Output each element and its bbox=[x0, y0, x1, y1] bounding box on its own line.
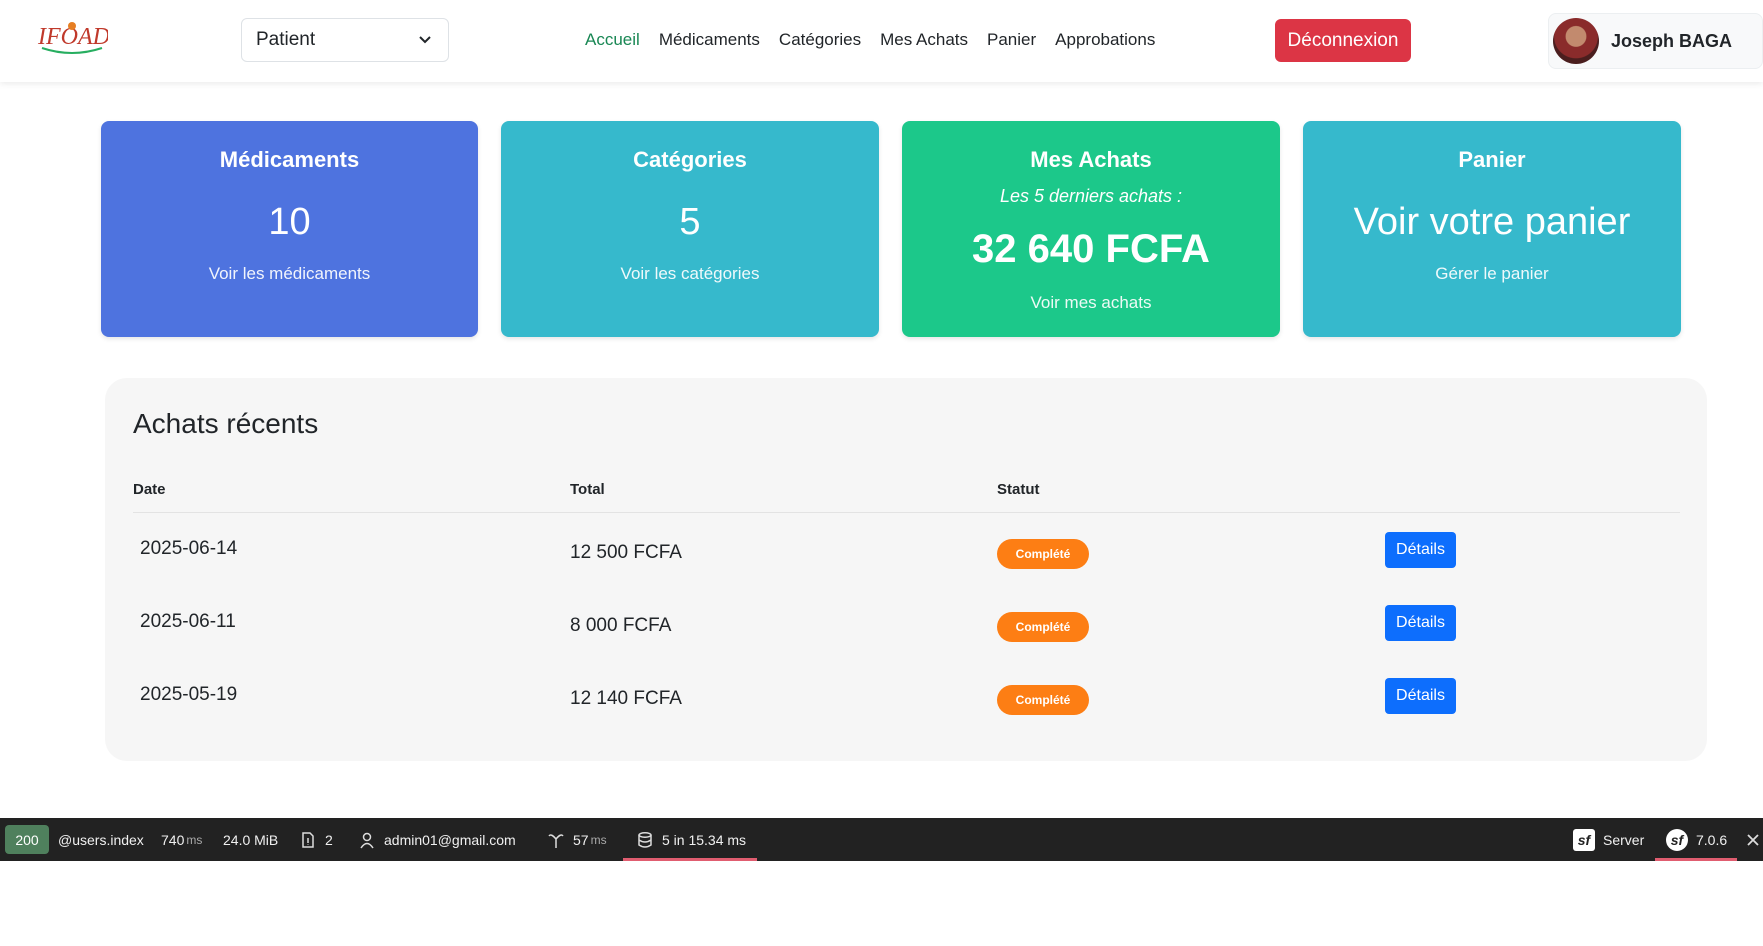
user-menu[interactable]: Joseph BAGA bbox=[1548, 13, 1763, 69]
route-name: @users.index bbox=[58, 831, 144, 848]
toolbar-database[interactable]: 5 in 15.34 ms bbox=[636, 818, 746, 861]
main-nav: Accueil Médicaments Catégories Mes Achat… bbox=[585, 30, 1155, 50]
ifoad-logo[interactable]: IFOAD bbox=[36, 18, 108, 60]
avatar bbox=[1553, 18, 1599, 64]
card-achats-link[interactable]: Voir mes achats bbox=[902, 293, 1280, 313]
card-panier-value: Voir votre panier bbox=[1353, 201, 1631, 243]
details-button[interactable]: Détails bbox=[1385, 532, 1456, 568]
recent-purchases-title: Achats récents bbox=[133, 408, 319, 439]
toolbar-server[interactable]: sf Server bbox=[1573, 818, 1644, 861]
logout-button[interactable]: Déconnexion bbox=[1275, 19, 1411, 62]
status-badge: Complété bbox=[997, 685, 1089, 715]
nav-mes-achats[interactable]: Mes Achats bbox=[880, 30, 968, 50]
toolbar-route[interactable]: @users.index bbox=[58, 818, 144, 861]
version-highlight-underline bbox=[1655, 858, 1737, 861]
card-medicaments[interactable]: Médicaments 10 Voir les médicaments bbox=[101, 121, 478, 337]
card-medicaments-title: Médicaments bbox=[219, 147, 360, 172]
column-header-status: Statut bbox=[997, 481, 1040, 498]
row-date: 2025-05-19 bbox=[140, 684, 238, 705]
db-highlight-underline bbox=[623, 858, 757, 861]
row-date: 2025-06-11 bbox=[140, 611, 236, 632]
toolbar-version[interactable]: sf 7.0.6 bbox=[1666, 818, 1727, 861]
symfony-logo-icon: sf bbox=[1666, 828, 1688, 851]
user-icon bbox=[360, 832, 374, 848]
nav-panier[interactable]: Panier bbox=[987, 30, 1036, 50]
debug-toolbar: 200 @users.index 740 ms 24.0 MiB 2 admin0… bbox=[0, 818, 1763, 861]
card-panier[interactable]: Panier Voir votre panier Gérer le panier bbox=[1303, 121, 1681, 337]
card-categories-link[interactable]: Voir les catégories bbox=[501, 264, 879, 284]
role-select[interactable]: Patient bbox=[241, 18, 449, 62]
status-badge: Complété bbox=[997, 539, 1089, 569]
chevron-down-icon bbox=[419, 36, 431, 44]
memory-usage: 24.0 MiB bbox=[223, 831, 279, 848]
row-total: 8 000 FCFA bbox=[570, 615, 672, 636]
card-categories[interactable]: Catégories 5 Voir les catégories bbox=[501, 121, 879, 337]
nav-categories[interactable]: Catégories bbox=[779, 30, 861, 50]
column-header-date: Date bbox=[133, 481, 166, 498]
toolbar-forms[interactable]: 2 bbox=[299, 818, 333, 861]
nav-approbations[interactable]: Approbations bbox=[1055, 30, 1155, 50]
close-icon bbox=[1747, 833, 1759, 846]
symfony-server-icon: sf bbox=[1573, 828, 1595, 851]
card-mes-achats[interactable]: Mes Achats Les 5 derniers achats : 32 64… bbox=[902, 121, 1280, 337]
row-total: 12 500 FCFA bbox=[570, 542, 682, 563]
twig-time-unit: ms bbox=[590, 832, 607, 847]
nav-medicaments[interactable]: Médicaments bbox=[659, 30, 760, 50]
card-medicaments-link[interactable]: Voir les médicaments bbox=[101, 264, 478, 284]
form-icon bbox=[302, 831, 314, 848]
card-achats-value: 32 640 FCFA bbox=[972, 227, 1210, 271]
toolbar-twig[interactable]: 57 ms bbox=[547, 818, 607, 861]
toolbar-close-button[interactable] bbox=[1746, 818, 1760, 861]
details-button[interactable]: Détails bbox=[1385, 605, 1456, 641]
row-date: 2025-06-14 bbox=[140, 538, 238, 559]
recent-purchases-panel: Achats récents Date Total Statut 2025-06… bbox=[105, 378, 1707, 761]
database-icon bbox=[638, 831, 652, 848]
role-select-value: Patient bbox=[256, 29, 316, 50]
request-time: 740 bbox=[161, 831, 185, 848]
toolbar-time[interactable]: 740 ms bbox=[161, 818, 202, 861]
user-name: Joseph BAGA bbox=[1611, 30, 1733, 51]
logged-user: admin01@gmail.com bbox=[384, 831, 516, 848]
forms-count: 2 bbox=[325, 831, 333, 848]
top-navbar: IFOAD Patient Accueil Médicaments Catégo… bbox=[0, 0, 1763, 82]
request-time-unit: ms bbox=[186, 832, 203, 847]
card-panier-title: Panier bbox=[1458, 147, 1526, 172]
toolbar-user[interactable]: admin01@gmail.com bbox=[358, 818, 516, 861]
status-badge: Complété bbox=[997, 612, 1089, 642]
db-queries: 5 in 15.34 ms bbox=[662, 831, 747, 848]
card-achats-title: Mes Achats bbox=[1030, 147, 1152, 172]
card-achats-subtitle: Les 5 derniers achats : bbox=[999, 186, 1183, 206]
card-categories-value: 5 bbox=[679, 201, 701, 243]
row-total: 12 140 FCFA bbox=[570, 688, 682, 709]
twig-time: 57 bbox=[573, 831, 589, 848]
card-categories-title: Catégories bbox=[633, 147, 747, 172]
status-code-badge[interactable]: 200 bbox=[5, 825, 49, 854]
toolbar-memory[interactable]: 24.0 MiB bbox=[223, 818, 278, 861]
symfony-version: 7.0.6 bbox=[1696, 831, 1728, 848]
card-medicaments-value: 10 bbox=[268, 201, 311, 243]
server-label: Server bbox=[1603, 831, 1645, 848]
twig-icon bbox=[548, 833, 564, 848]
details-button[interactable]: Détails bbox=[1385, 678, 1456, 714]
table-header-divider bbox=[133, 512, 1680, 513]
card-panier-link[interactable]: Gérer le panier bbox=[1303, 264, 1681, 284]
nav-accueil[interactable]: Accueil bbox=[585, 30, 640, 50]
column-header-total: Total bbox=[570, 481, 605, 498]
